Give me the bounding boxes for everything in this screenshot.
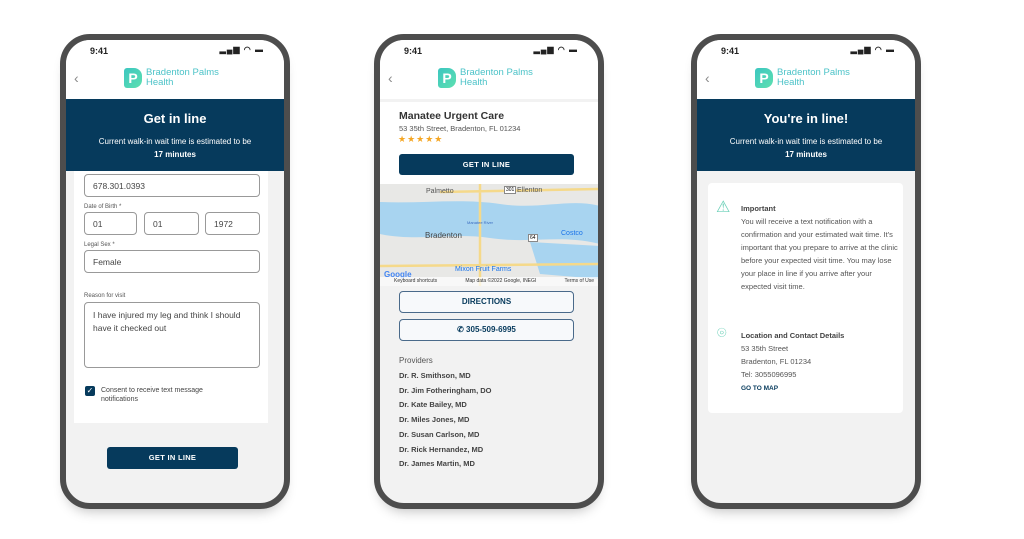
go-to-map-link[interactable]: GO TO MAP [741, 385, 778, 392]
app-header: ‹ P Bradenton Palms Health [697, 62, 915, 99]
brand-logo: P Bradenton Palms Health [755, 68, 850, 88]
info-card: ⚠ Important You will receive a text noti… [708, 183, 903, 413]
get-in-line-button[interactable]: GET IN LINE [107, 447, 238, 469]
phone-get-in-line: 9:41 ▂▄▆ ◠ ▬ ‹ P Bradenton Palms Health Get… [60, 34, 290, 509]
header-band: Get in line Current walk-in wait time is … [66, 99, 284, 171]
call-button[interactable]: ✆ 305-509-6995 [399, 319, 574, 341]
get-in-line-button[interactable]: GET IN LINE [399, 154, 574, 175]
provider-item: Dr. R. Smithson, MD [399, 371, 471, 380]
legal-sex-select[interactable]: Female [84, 250, 260, 273]
consent-checkbox[interactable]: ✓ [85, 386, 95, 396]
phone-input[interactable]: 678.301.0393 [84, 174, 260, 197]
clinic-address: 53 35th Street, Bradenton, FL 01234 [399, 124, 521, 133]
back-chevron-icon[interactable]: ‹ [74, 70, 79, 86]
reason-textarea[interactable]: I have injured my leg and think I should… [84, 302, 260, 368]
phone-in-line-confirmation: 9:41 ▂▄▆ ◠ ▬ ‹ P Bradenton Palms Health You… [691, 34, 921, 509]
brand-logo: P Bradenton Palms Health [124, 68, 219, 88]
page-title: Get in line [143, 111, 207, 126]
dob-year-input[interactable]: 1972 [205, 212, 260, 235]
directions-button[interactable]: DIRECTIONS [399, 291, 574, 313]
map[interactable]: Palmetto Ellenton Bradenton Costco Manat… [380, 184, 598, 286]
provider-item: Dr. James Martin, MD [399, 459, 475, 469]
status-bar: 9:41 ▂▄▆ ◠ ▬ [380, 40, 598, 62]
form-card: 678.301.0393 Date of Birth * 01 01 1972 … [74, 171, 268, 423]
status-bar: 9:41 ▂▄▆ ◠ ▬ [697, 40, 915, 62]
clinic-name: Manatee Urgent Care [399, 110, 505, 122]
provider-list: Dr. R. Smithson, MD Dr. Jim Fotheringham,… [399, 369, 492, 472]
signal-wifi-battery-icon: ▂▄▆ ◠ ▬ [850, 45, 895, 54]
clinic-card: Manatee Urgent Care 53 35th Street, Brad… [380, 102, 598, 184]
phone-clinic-details: 9:41 ▂▄▆ ◠ ▬ ‹ P Bradenton Palms Health Man… [374, 34, 604, 509]
dob-day-input[interactable]: 01 [144, 212, 199, 235]
provider-item: Dr. Susan Carlson, MD [399, 429, 480, 439]
status-bar: 9:41 ▂▄▆ ◠ ▬ [66, 40, 284, 62]
signal-wifi-battery-icon: ▂▄▆ ◠ ▬ [219, 45, 264, 54]
brand-logo: P Bradenton Palms Health [438, 68, 533, 88]
page-title: You're in line! [763, 111, 849, 126]
phone-icon: ✆ [457, 325, 467, 334]
signal-wifi-battery-icon: ▂▄▆ ◠ ▬ [533, 45, 578, 54]
location-pin-icon: ⌾ [717, 325, 727, 342]
back-chevron-icon[interactable]: ‹ [705, 70, 710, 86]
warning-icon: ⚠ [716, 199, 731, 216]
header-band: You're in line! Current walk-in wait time… [697, 99, 915, 171]
provider-item: Dr. Kate Bailey, MD [399, 400, 467, 410]
provider-item: Dr. Miles Jones, MD [399, 415, 470, 425]
star-rating: ★★★★★ [398, 134, 444, 144]
app-header: ‹ P Bradenton Palms Health [380, 62, 598, 99]
back-chevron-icon[interactable]: ‹ [388, 70, 393, 86]
app-header: ‹ P Bradenton Palms Health [66, 62, 284, 99]
provider-item: Dr. Rick Hernandez, MD [399, 444, 484, 454]
provider-item: Dr. Jim Fotheringham, DO [399, 385, 492, 395]
dob-month-input[interactable]: 01 [84, 212, 137, 235]
